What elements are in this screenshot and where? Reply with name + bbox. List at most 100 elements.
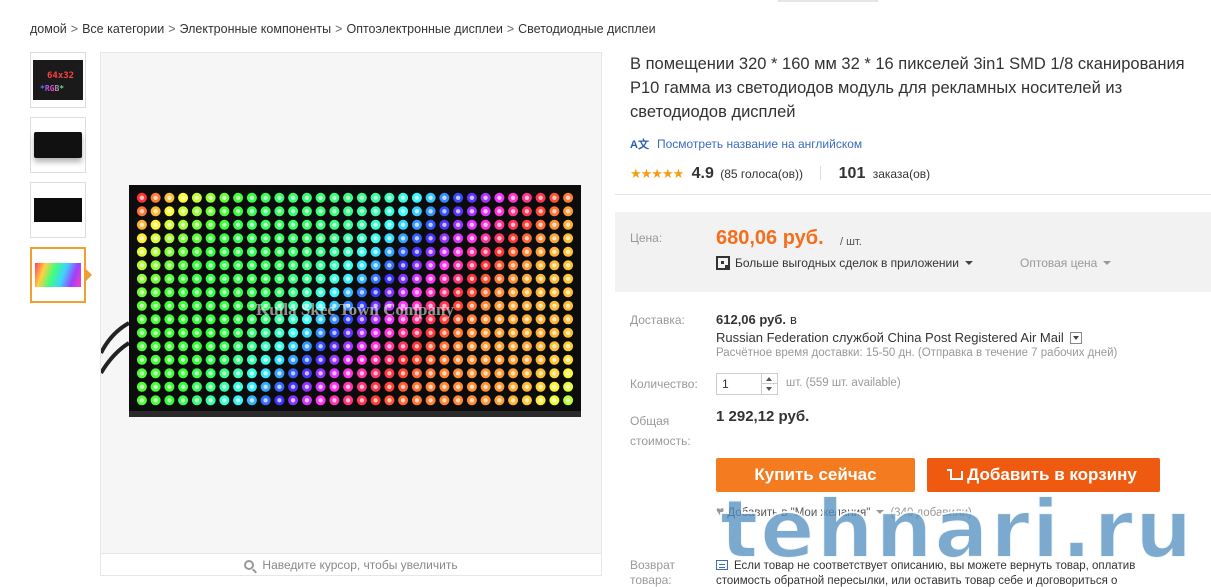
buy-now-button[interactable]: Купить сейчас	[716, 458, 915, 492]
led-pixel-highlight	[524, 263, 530, 268]
led-pixel-highlight	[153, 195, 158, 200]
led-pixel-highlight	[552, 209, 557, 214]
thumbnail-2[interactable]	[30, 117, 86, 173]
led-pixel-highlight	[167, 209, 172, 214]
rating-divider	[820, 166, 822, 180]
breadcrumb-all-categories[interactable]: Все категории	[82, 22, 164, 36]
led-pixel-highlight	[552, 371, 557, 376]
led-pixel-highlight	[552, 290, 557, 295]
led-pixel-highlight	[565, 371, 571, 376]
led-pixel-highlight	[359, 371, 365, 376]
led-pixel-highlight	[235, 303, 241, 308]
led-pixel-highlight	[497, 236, 502, 241]
thumbnail-3[interactable]	[30, 182, 86, 238]
led-pixel-highlight	[345, 398, 351, 403]
main-product-image[interactable]: Kuila Skee Town Company	[100, 52, 602, 554]
translate-title-link[interactable]: A文 Посмотреть название на английском	[630, 136, 862, 152]
led-pixel-highlight	[469, 290, 475, 295]
led-pixel-highlight	[359, 330, 365, 335]
led-pixel-highlight	[318, 209, 323, 214]
led-pixel-highlight	[524, 290, 530, 295]
led-pixel-highlight	[139, 303, 145, 308]
add-to-cart-button[interactable]: Добавить в корзину	[927, 458, 1160, 492]
led-pixel-highlight	[304, 330, 310, 335]
led-pixel-highlight	[194, 236, 200, 241]
led-pixel-highlight	[153, 290, 158, 295]
led-pixel-highlight	[387, 263, 392, 268]
led-pixel-highlight	[469, 209, 475, 214]
led-pixel-highlight	[400, 236, 406, 241]
led-pixel-highlight	[483, 317, 488, 322]
led-pixel-highlight	[277, 263, 282, 268]
led-pixel-highlight	[290, 357, 296, 362]
led-pixel-highlight	[510, 398, 516, 403]
led-pixel-highlight	[428, 344, 433, 349]
led-pixel-highlight	[318, 384, 323, 389]
led-pixel-highlight	[497, 357, 502, 362]
quantity-increase-button[interactable]	[762, 374, 777, 384]
led-pixel-highlight	[277, 276, 282, 281]
rating-count-link[interactable]: (85 голоса(ов))	[720, 167, 803, 181]
led-pixel-highlight	[400, 290, 406, 295]
led-pixel-highlight	[469, 344, 475, 349]
breadcrumb-separator: >	[168, 22, 176, 36]
led-pixel-highlight	[222, 236, 227, 241]
led-pixel-highlight	[263, 371, 268, 376]
led-pixel-highlight	[510, 222, 516, 227]
led-pixel-highlight	[387, 357, 392, 362]
led-pixel-highlight	[565, 236, 571, 241]
led-pixel-highlight	[304, 371, 310, 376]
add-to-wishlist-link[interactable]: ♥ Добавить в "Мои желания" (340 добавили)	[716, 503, 972, 519]
led-pixel-highlight	[249, 303, 255, 308]
led-pixel-highlight	[263, 290, 268, 295]
breadcrumb-led-displays[interactable]: Светодиодные дисплеи	[518, 22, 655, 36]
wholesale-price-dropdown[interactable]: Оптовая цена	[1020, 256, 1112, 270]
app-deals-dropdown[interactable]: Больше выгодных сделок в приложении	[716, 256, 973, 270]
led-pixel-highlight	[208, 236, 213, 241]
shipping-method-select[interactable]: Russian Federation службой China Post Re…	[716, 330, 1082, 345]
led-pixel-highlight	[538, 357, 543, 362]
led-pixel-highlight	[208, 317, 213, 322]
led-pixel-highlight	[483, 222, 488, 227]
led-pixel-highlight	[387, 398, 392, 403]
led-pixel-highlight	[497, 209, 502, 214]
led-pixel-highlight	[235, 263, 241, 268]
led-pixel-highlight	[552, 317, 557, 322]
led-pixel-highlight	[194, 263, 200, 268]
led-pixel-highlight	[455, 263, 461, 268]
led-pixel-highlight	[167, 384, 172, 389]
led-pixel-highlight	[552, 195, 557, 200]
led-pixel-highlight	[249, 195, 255, 200]
led-pixel-highlight	[194, 398, 200, 403]
total-label: Общая стоимость:	[630, 411, 691, 451]
quantity-input[interactable]	[717, 374, 761, 394]
led-pixel-highlight	[208, 195, 213, 200]
led-pixel-highlight	[235, 330, 241, 335]
led-pixel-highlight	[180, 249, 186, 254]
led-pixel-highlight	[497, 290, 502, 295]
breadcrumb-optoelectronic-displays[interactable]: Оптоэлектронные дисплеи	[346, 22, 502, 36]
led-pixel-highlight	[497, 222, 502, 227]
led-pixel-highlight	[565, 209, 571, 214]
led-pixel-highlight	[167, 317, 172, 322]
led-pixel-highlight	[497, 195, 502, 200]
led-pixel-highlight	[235, 290, 241, 295]
breadcrumb-home[interactable]: домой	[30, 22, 67, 36]
led-pixel-highlight	[565, 384, 571, 389]
led-pixel-highlight	[455, 357, 461, 362]
led-pixel-highlight	[332, 222, 337, 227]
led-pixel-highlight	[469, 357, 475, 362]
breadcrumb-separator: >	[335, 22, 343, 36]
led-pixel-highlight	[400, 384, 406, 389]
led-pixel-highlight	[428, 371, 433, 376]
breadcrumb-electronic-components[interactable]: Электронные компоненты	[180, 22, 332, 36]
led-pixel-highlight	[483, 290, 488, 295]
led-pixel-highlight	[345, 371, 351, 376]
thumbnail-4-selected[interactable]	[30, 247, 92, 303]
led-pixel-highlight	[290, 384, 296, 389]
led-pixel-highlight	[510, 209, 516, 214]
led-pixel-highlight	[222, 330, 227, 335]
quantity-decrease-button[interactable]	[762, 384, 777, 394]
thumbnail-1[interactable]: 64x32 *RGB*	[30, 52, 86, 108]
led-pixel-highlight	[359, 236, 365, 241]
